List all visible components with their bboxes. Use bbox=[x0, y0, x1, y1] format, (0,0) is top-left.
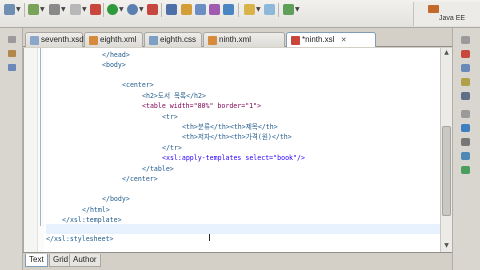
tab-eighth-xml[interactable]: eighth.xml bbox=[84, 32, 143, 47]
wrench-dropdown-icon[interactable]: ▼ bbox=[61, 6, 67, 14]
properties-icon[interactable] bbox=[461, 138, 470, 146]
hierarchy-icon[interactable] bbox=[166, 4, 177, 15]
tab-ninth-xml[interactable]: ninth.xml bbox=[203, 32, 285, 47]
java-ee-perspective-icon bbox=[428, 5, 439, 13]
code-line: <th>분류</th><th>제목</th> bbox=[182, 123, 278, 131]
run-icon[interactable] bbox=[107, 4, 118, 15]
class-icon[interactable] bbox=[195, 4, 206, 15]
open-type-icon[interactable] bbox=[209, 4, 220, 15]
annotation-icon[interactable] bbox=[244, 4, 255, 15]
pen-icon[interactable] bbox=[264, 4, 275, 15]
package-icon[interactable] bbox=[181, 4, 192, 15]
code-line: </head> bbox=[102, 51, 130, 59]
snippets-icon[interactable] bbox=[461, 166, 470, 174]
overview-ruler bbox=[24, 48, 38, 252]
debug-icon[interactable] bbox=[127, 4, 138, 15]
folding-gutter bbox=[38, 48, 44, 252]
tab-label: ninth.xml bbox=[219, 35, 252, 44]
vertical-scrollbar[interactable]: ▲ ▼ bbox=[440, 48, 452, 252]
new-dropdown-icon[interactable]: ▼ bbox=[16, 6, 22, 14]
tab-label: eighth.xml bbox=[100, 35, 137, 44]
xml-file-icon bbox=[208, 36, 217, 45]
tab-label: eighth.css bbox=[160, 35, 197, 44]
left-trim bbox=[0, 28, 23, 270]
scrollbar-thumb[interactable] bbox=[442, 126, 451, 216]
close-icon[interactable] bbox=[90, 4, 101, 15]
run-dropdown-icon[interactable]: ▼ bbox=[119, 6, 125, 14]
code-line: </html> bbox=[82, 206, 110, 214]
perspective-switcher[interactable]: Java EE bbox=[413, 2, 480, 26]
edit-icon[interactable] bbox=[28, 4, 39, 15]
back-dropdown-icon[interactable]: ▼ bbox=[295, 6, 301, 14]
outline-view-icon[interactable] bbox=[8, 64, 16, 71]
code-line: <xsl:apply-templates select="book"/> bbox=[162, 154, 305, 162]
tab-label: *ninth.xsl bbox=[302, 35, 335, 44]
css-file-icon bbox=[149, 36, 158, 45]
tab-text[interactable]: Text bbox=[25, 254, 48, 267]
restore-icon[interactable] bbox=[8, 36, 16, 43]
outline-icon[interactable] bbox=[461, 64, 470, 72]
source-editor[interactable]: </head> <body> <center> <h2>도서 목록</h2> <… bbox=[23, 48, 441, 252]
toolbar-separator bbox=[24, 3, 25, 17]
right-trim bbox=[452, 28, 480, 270]
editor-mode-tabs: Text Grid Author bbox=[23, 252, 452, 270]
document-icon[interactable] bbox=[70, 4, 81, 15]
code-line: </xsl:template> bbox=[62, 216, 122, 224]
fold-guide bbox=[40, 48, 41, 226]
xsl-file-icon bbox=[291, 36, 300, 45]
code-line: <center> bbox=[122, 81, 154, 89]
code-line: </tr> bbox=[162, 144, 182, 152]
code-line: <table width="80%" border="1"> bbox=[142, 102, 262, 110]
data-source-icon[interactable] bbox=[461, 152, 470, 160]
tab-eighth-css[interactable]: eighth.css bbox=[144, 32, 202, 47]
package-explorer-icon[interactable] bbox=[8, 50, 16, 57]
code-line: </table> bbox=[142, 165, 174, 173]
toolbar-separator bbox=[161, 3, 162, 17]
tab-label: seventh.xsd bbox=[41, 35, 84, 44]
code-line: <body> bbox=[102, 61, 126, 69]
tab-ninth-xsl[interactable]: *ninth.xsl ✕ bbox=[286, 32, 376, 47]
editor-tab-bar: seventh.xsd eighth.xml eighth.css ninth.… bbox=[23, 30, 452, 47]
debug-dropdown-icon[interactable]: ▼ bbox=[139, 6, 145, 14]
scroll-down-icon[interactable]: ▼ bbox=[442, 242, 451, 250]
xml-file-icon bbox=[89, 36, 98, 45]
code-line: <tr> bbox=[162, 113, 178, 121]
scroll-up-icon[interactable]: ▲ bbox=[442, 49, 451, 57]
code-line: </body> bbox=[102, 195, 130, 203]
console-icon[interactable] bbox=[461, 92, 470, 100]
pin-icon[interactable] bbox=[461, 50, 470, 58]
code-area[interactable]: </head> <body> <center> <h2>도서 목록</h2> <… bbox=[46, 48, 441, 252]
markers-icon[interactable] bbox=[461, 124, 470, 132]
restore-icon[interactable] bbox=[461, 110, 470, 118]
code-line: </xsl:stylesheet> bbox=[46, 235, 114, 243]
perspective-label: Java EE bbox=[439, 15, 466, 22]
text-cursor-icon: I bbox=[208, 233, 211, 244]
toolbar-separator bbox=[238, 3, 239, 17]
close-tab-icon[interactable]: ✕ bbox=[341, 37, 347, 44]
code-line: <h2>도서 목록</h2> bbox=[142, 92, 206, 100]
server-icon[interactable] bbox=[461, 78, 470, 86]
restore-icon[interactable] bbox=[461, 36, 470, 44]
main-toolbar: ▼ ▼ ▼ ▼ ▼ ▼ ▼ ▼ Java EE bbox=[0, 0, 480, 28]
toolbar-separator bbox=[103, 3, 104, 17]
toolbar-separator bbox=[278, 3, 279, 17]
xsd-file-icon bbox=[30, 36, 39, 45]
external-tools-icon[interactable] bbox=[147, 4, 158, 15]
back-icon[interactable] bbox=[283, 4, 294, 15]
code-line: </center> bbox=[122, 175, 158, 183]
wrench-icon[interactable] bbox=[49, 4, 60, 15]
edit-dropdown-icon[interactable]: ▼ bbox=[40, 6, 46, 14]
search-icon[interactable] bbox=[223, 4, 234, 15]
code-line: <th>저자</th><th>가격(원)</th> bbox=[182, 133, 292, 141]
annotation-dropdown-icon[interactable]: ▼ bbox=[256, 6, 262, 14]
document-dropdown-icon[interactable]: ▼ bbox=[82, 6, 88, 14]
tab-author[interactable]: Author bbox=[69, 254, 101, 267]
tab-seventh-xsd[interactable]: seventh.xsd bbox=[25, 32, 84, 47]
new-wizard-icon[interactable] bbox=[4, 4, 15, 15]
